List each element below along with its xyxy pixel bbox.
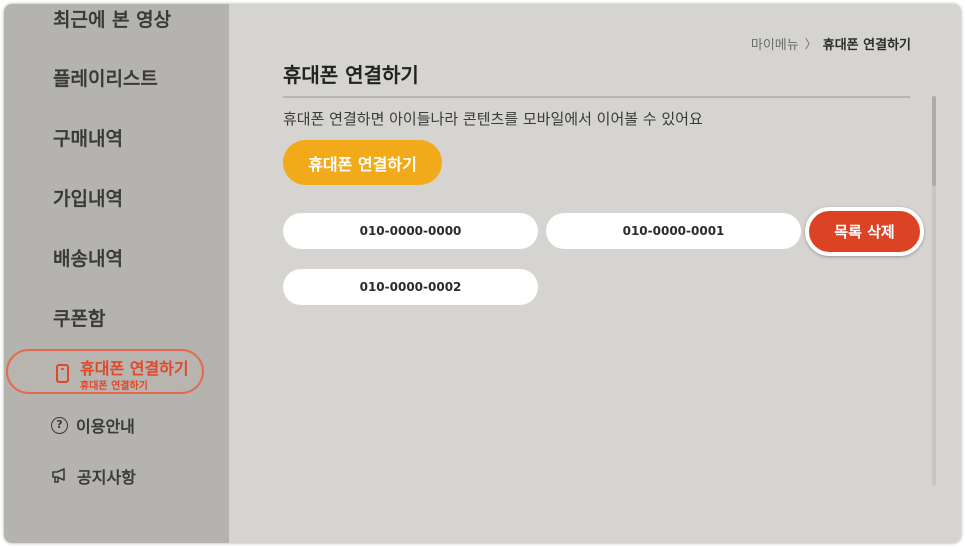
sidebar-item-purchases[interactable]: 구매내역 xyxy=(53,124,123,151)
phone-number-item[interactable]: 010-0000-0001 xyxy=(546,213,801,249)
chevron-right-icon: 〉 xyxy=(804,37,817,51)
sidebar: 최근에 본 영상 플레이리스트 구매내역 가입내역 배송내역 쿠폰함 휴대폰 연… xyxy=(4,4,229,543)
sidebar-item-subscriptions[interactable]: 가입내역 xyxy=(53,184,123,211)
sidebar-item-playlist[interactable]: 플레이리스트 xyxy=(53,64,158,91)
sidebar-item-phone-connect[interactable]: 휴대폰 연결하기 휴대폰 연결하기 xyxy=(6,349,204,394)
page-title: 휴대폰 연결하기 xyxy=(283,63,419,87)
phone-number-item[interactable]: 010-0000-0000 xyxy=(283,213,538,249)
sidebar-item-shipping[interactable]: 배송내역 xyxy=(53,244,123,271)
help-circle-icon: ? xyxy=(51,416,68,434)
megaphone-icon xyxy=(52,468,65,483)
sidebar-item-notice-label: 공지사항 xyxy=(77,468,136,487)
phone-number-item[interactable]: 010-0000-0002 xyxy=(283,269,538,305)
app-window: 최근에 본 영상 플레이리스트 구매내역 가입내역 배송내역 쿠폰함 휴대폰 연… xyxy=(4,4,961,543)
sidebar-item-coupons[interactable]: 쿠폰함 xyxy=(53,304,105,331)
sidebar-item-notice[interactable]: 공지사항 xyxy=(51,464,136,488)
page-description: 휴대폰 연결하면 아이들나라 콘텐츠를 모바일에서 이어볼 수 있어요 xyxy=(283,110,703,128)
sidebar-item-help-label: 이용안내 xyxy=(76,417,135,436)
phone-icon xyxy=(56,364,69,383)
sidebar-active-sublabel: 휴대폰 연결하기 xyxy=(80,381,148,392)
scrollbar-thumb[interactable] xyxy=(932,96,936,186)
breadcrumb: 마이메뉴 〉 휴대폰 연결하기 xyxy=(751,34,911,53)
title-divider xyxy=(283,96,910,98)
connect-phone-button[interactable]: 휴대폰 연결하기 xyxy=(283,140,442,185)
sidebar-item-recent[interactable]: 최근에 본 영상 xyxy=(53,5,171,32)
breadcrumb-parent[interactable]: 마이메뉴 xyxy=(751,34,799,53)
sidebar-active-label: 휴대폰 연결하기 xyxy=(80,359,189,378)
sidebar-item-help[interactable]: ? 이용안내 xyxy=(51,413,135,437)
delete-list-button[interactable]: 목록 삭제 xyxy=(805,207,924,256)
breadcrumb-current: 휴대폰 연결하기 xyxy=(822,38,911,53)
